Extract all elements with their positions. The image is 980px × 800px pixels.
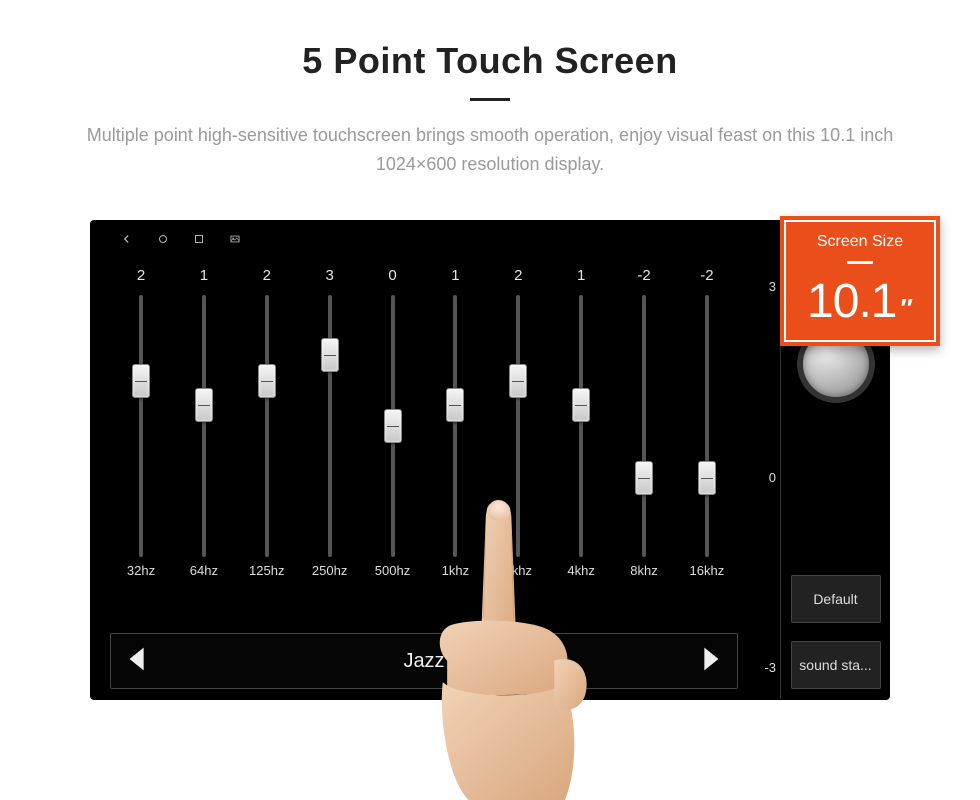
eq-slider-track[interactable] <box>139 295 143 557</box>
eq-band-value: -2 <box>700 267 713 289</box>
eq-slider-track[interactable] <box>202 295 206 557</box>
default-button[interactable]: Default <box>791 575 881 623</box>
eq-slider-track[interactable] <box>705 295 709 557</box>
badge-title: Screen Size <box>783 233 937 251</box>
equalizer-area: 2 32hz 1 64hz 2 125hz 3 250hz 0 500hz 1 1khz 2 2khz 1 4… <box>90 257 748 699</box>
eq-slider-track[interactable] <box>453 295 457 557</box>
back-icon[interactable] <box>120 232 134 249</box>
home-icon[interactable] <box>156 232 170 249</box>
eq-band-value: 1 <box>451 267 459 289</box>
device-frame: 2 32hz 1 64hz 2 125hz 3 250hz 0 500hz 1 1khz 2 2khz 1 4… <box>90 220 890 700</box>
eq-slider-thumb[interactable] <box>572 388 590 422</box>
sound-stage-button[interactable]: sound sta... <box>791 641 881 689</box>
badge-unit: ″ <box>900 293 912 324</box>
eq-band-0[interactable]: 2 32hz <box>116 267 166 587</box>
eq-band-value: 1 <box>577 267 585 289</box>
eq-band-freq: 250hz <box>312 563 347 587</box>
eq-band-value: 2 <box>263 267 271 289</box>
eq-slider-track[interactable] <box>328 295 332 557</box>
eq-slider-thumb[interactable] <box>132 364 150 398</box>
eq-slider-thumb[interactable] <box>321 338 339 372</box>
eq-band-value: 3 <box>325 267 333 289</box>
eq-slider-track[interactable] <box>642 295 646 557</box>
page-subtitle: Multiple point high-sensitive touchscree… <box>80 121 900 179</box>
preset-selector[interactable]: Jazz <box>110 633 738 689</box>
eq-band-6[interactable]: 2 2khz <box>493 267 543 587</box>
page-title: 5 Point Touch Screen <box>0 40 980 82</box>
eq-band-8[interactable]: -2 8khz <box>619 267 669 587</box>
eq-band-freq: 2khz <box>505 563 532 587</box>
eq-slider-track[interactable] <box>391 295 395 557</box>
eq-band-freq: 64hz <box>190 563 218 587</box>
eq-band-freq: 32hz <box>127 563 155 587</box>
eq-slider-track[interactable] <box>265 295 269 557</box>
next-preset-icon[interactable] <box>693 642 727 681</box>
eq-slider-thumb[interactable] <box>509 364 527 398</box>
eq-slider-thumb[interactable] <box>384 409 402 443</box>
eq-band-2[interactable]: 2 125hz <box>242 267 292 587</box>
eq-band-5[interactable]: 1 1khz <box>430 267 480 587</box>
badge-divider <box>847 261 873 264</box>
eq-slider-track[interactable] <box>516 295 520 557</box>
eq-slider-track[interactable] <box>579 295 583 557</box>
preset-label: Jazz <box>403 650 444 673</box>
eq-band-1[interactable]: 1 64hz <box>179 267 229 587</box>
eq-slider-thumb[interactable] <box>258 364 276 398</box>
scale-max: 3 <box>769 279 776 294</box>
prev-preset-icon[interactable] <box>121 642 155 681</box>
eq-band-9[interactable]: -2 16khz <box>682 267 732 587</box>
eq-slider-thumb[interactable] <box>195 388 213 422</box>
badge-value: 10.1 <box>807 274 896 329</box>
eq-slider-thumb[interactable] <box>446 388 464 422</box>
gallery-icon[interactable] <box>228 232 242 249</box>
eq-slider-thumb[interactable] <box>635 461 653 495</box>
eq-band-freq: 500hz <box>375 563 410 587</box>
status-bar <box>90 228 890 257</box>
eq-band-value: 0 <box>388 267 396 289</box>
title-divider <box>470 98 510 101</box>
eq-band-freq: 16khz <box>690 563 725 587</box>
eq-band-3[interactable]: 3 250hz <box>305 267 355 587</box>
eq-band-value: 1 <box>200 267 208 289</box>
eq-band-4[interactable]: 0 500hz <box>368 267 418 587</box>
eq-band-7[interactable]: 1 4khz <box>556 267 606 587</box>
eq-band-freq: 4khz <box>567 563 594 587</box>
screen-size-badge: Screen Size 10.1 ″ <box>780 216 940 346</box>
eq-slider-thumb[interactable] <box>698 461 716 495</box>
scale-mid: 0 <box>769 470 776 485</box>
eq-band-value: 2 <box>137 267 145 289</box>
eq-band-value: 2 <box>514 267 522 289</box>
recents-icon[interactable] <box>192 232 206 249</box>
eq-band-freq: 1khz <box>442 563 469 587</box>
scale-min: -3 <box>764 660 776 675</box>
eq-band-value: -2 <box>637 267 650 289</box>
eq-band-freq: 8khz <box>630 563 657 587</box>
eq-band-freq: 125hz <box>249 563 284 587</box>
eq-scale: 3 0 -3 <box>748 257 780 699</box>
